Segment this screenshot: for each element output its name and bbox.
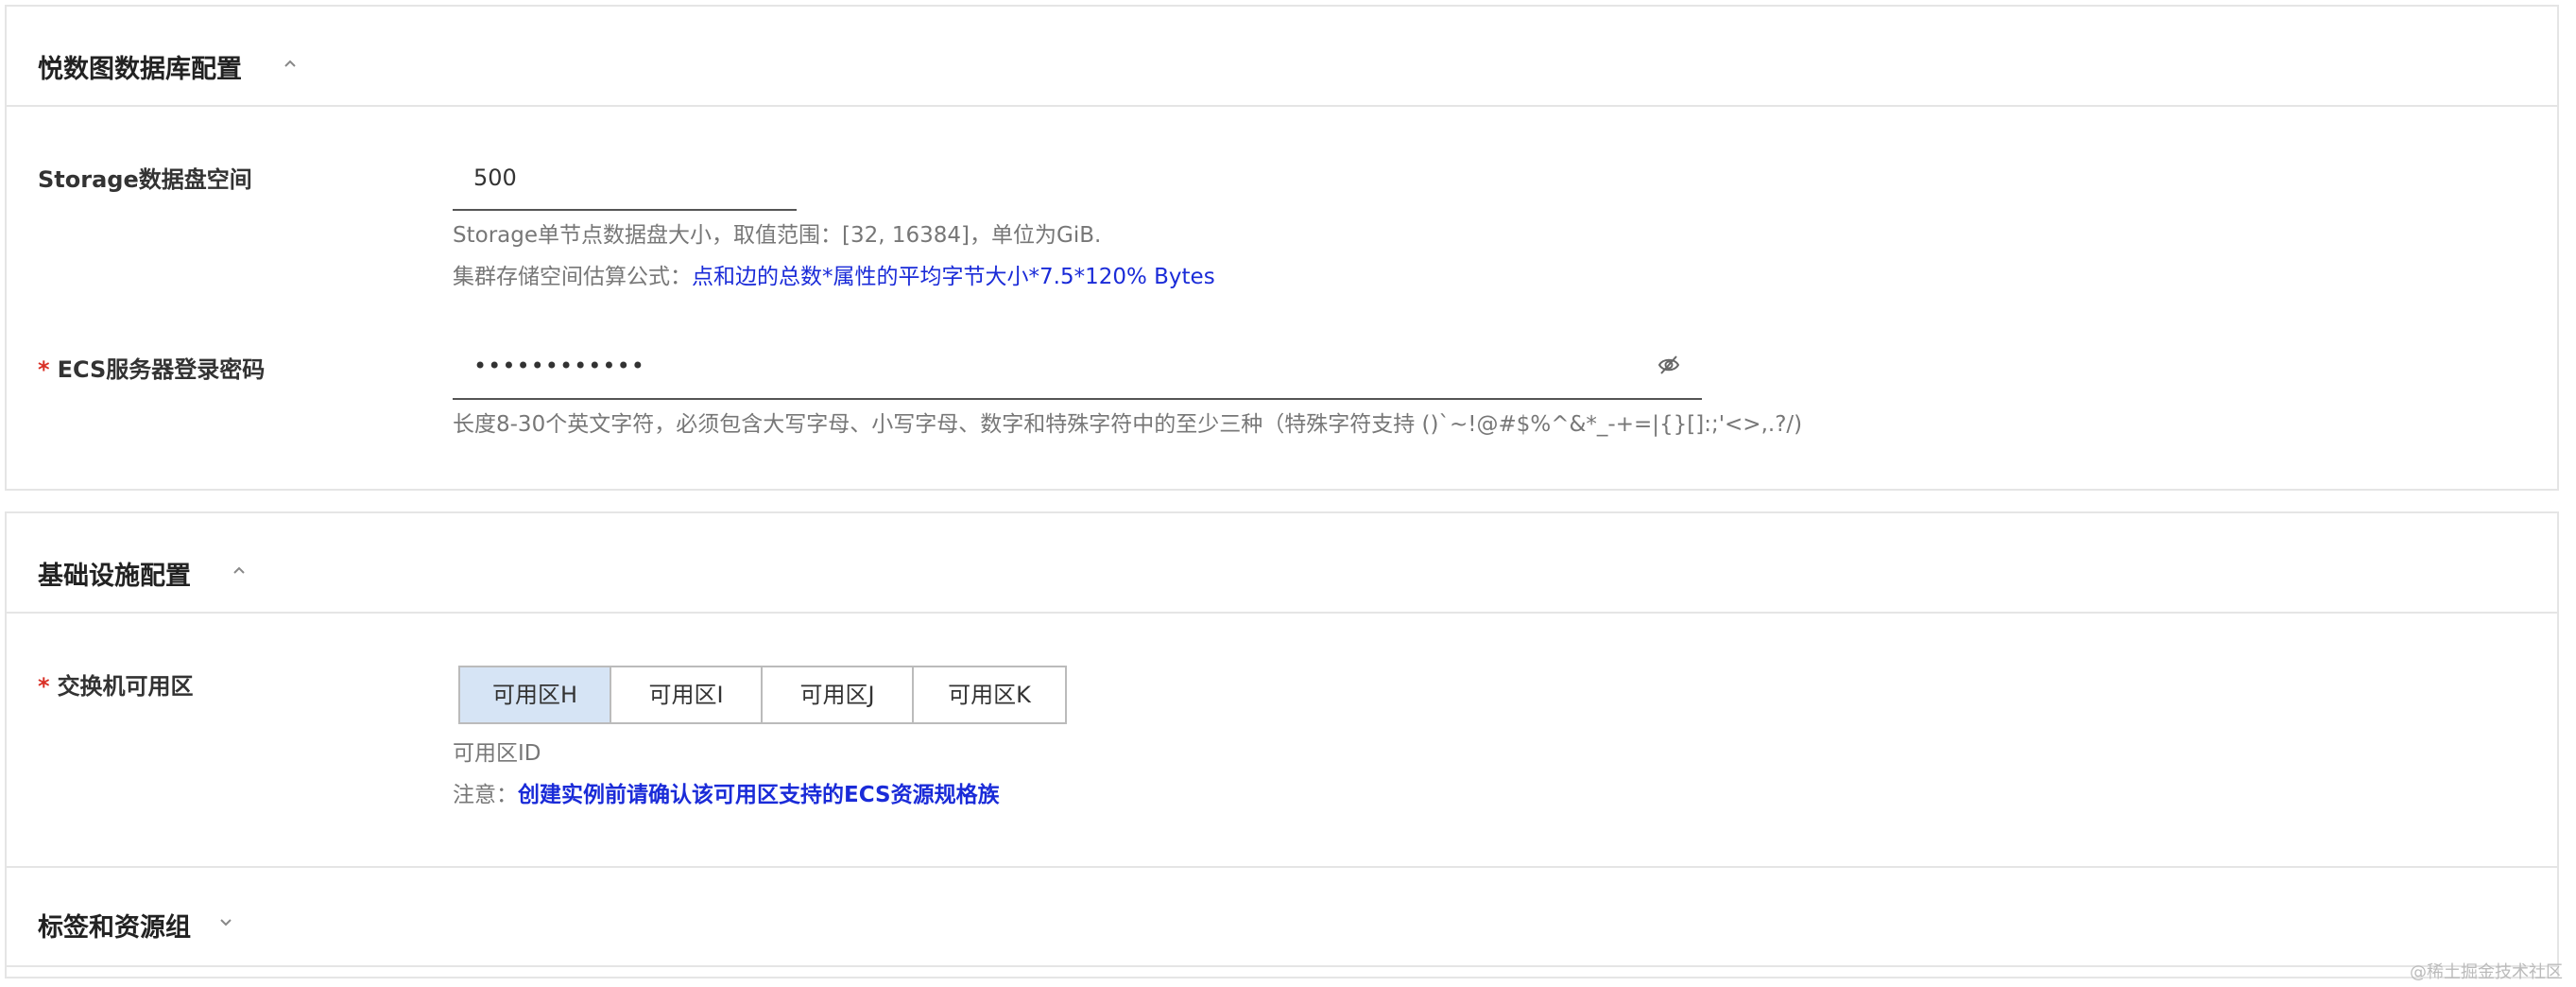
db-config-title: 悦数图数据库配置 [38, 55, 242, 84]
watermark: @稀土掘金技术社区 [2410, 962, 2563, 982]
storage-help-formula: 集群存储空间估算公式：点和边的总数*属性的平均字节大小*7.5*120% Byt… [453, 258, 1215, 290]
chevron-down-icon[interactable] [216, 912, 241, 937]
storage-value: 500 [473, 164, 517, 191]
password-label: * ECS服务器登录密码 [38, 351, 265, 384]
section-divider [7, 866, 2557, 868]
required-mark: * [38, 356, 50, 383]
password-value: •••••••••••• [473, 353, 645, 379]
infra-config-header[interactable]: 基础设施配置 [7, 513, 2557, 614]
tags-section-title[interactable]: 标签和资源组 [38, 907, 191, 944]
formula-prefix: 集群存储空间估算公式： [453, 265, 692, 289]
zone-id-label: 可用区ID [453, 741, 541, 766]
zone-note: 注意：创建实例前请确认该可用区支持的ECS资源规格族 [453, 776, 1000, 808]
zone-note-prefix: 注意： [453, 783, 518, 807]
zone-note-link[interactable]: 创建实例前请确认该可用区支持的ECS资源规格族 [518, 783, 1000, 807]
password-label-text: ECS服务器登录密码 [57, 356, 266, 383]
zone-option-k[interactable]: 可用区K [914, 667, 1065, 722]
storage-help-range: Storage单节点数据盘大小，取值范围：[32, 16384]，单位为GiB. [453, 223, 1102, 248]
zone-option-j[interactable]: 可用区J [763, 667, 914, 722]
chevron-up-icon[interactable] [281, 54, 305, 78]
password-help: 长度8-30个英文字符，必须包含大写字母、小写字母、数字和特殊字符中的至少三种（… [453, 412, 1803, 437]
zone-label-text: 交换机可用区 [57, 673, 194, 700]
zone-label: * 交换机可用区 [38, 667, 194, 701]
chevron-up-icon[interactable] [230, 561, 254, 585]
db-config-header[interactable]: 悦数图数据库配置 [7, 7, 2557, 107]
infra-config-title: 基础设施配置 [38, 562, 191, 591]
bottom-divider [7, 965, 2557, 967]
infra-config-panel: 基础设施配置 * 交换机可用区 可用区H 可用区I 可用区J 可用区K 可用区ID… [5, 511, 2559, 978]
zone-option-h[interactable]: 可用区H [460, 667, 611, 722]
zone-selector: 可用区H 可用区I 可用区J 可用区K [458, 666, 1067, 724]
zone-option-i[interactable]: 可用区I [611, 667, 763, 722]
storage-label: Storage数据盘空间 [38, 166, 252, 193]
formula-link[interactable]: 点和边的总数*属性的平均字节大小*7.5*120% Bytes [692, 265, 1215, 289]
eye-off-icon[interactable] [1657, 353, 1681, 377]
db-config-panel: 悦数图数据库配置 Storage数据盘空间 500 Storage单节点数据盘大… [5, 5, 2559, 491]
required-mark: * [38, 673, 50, 700]
